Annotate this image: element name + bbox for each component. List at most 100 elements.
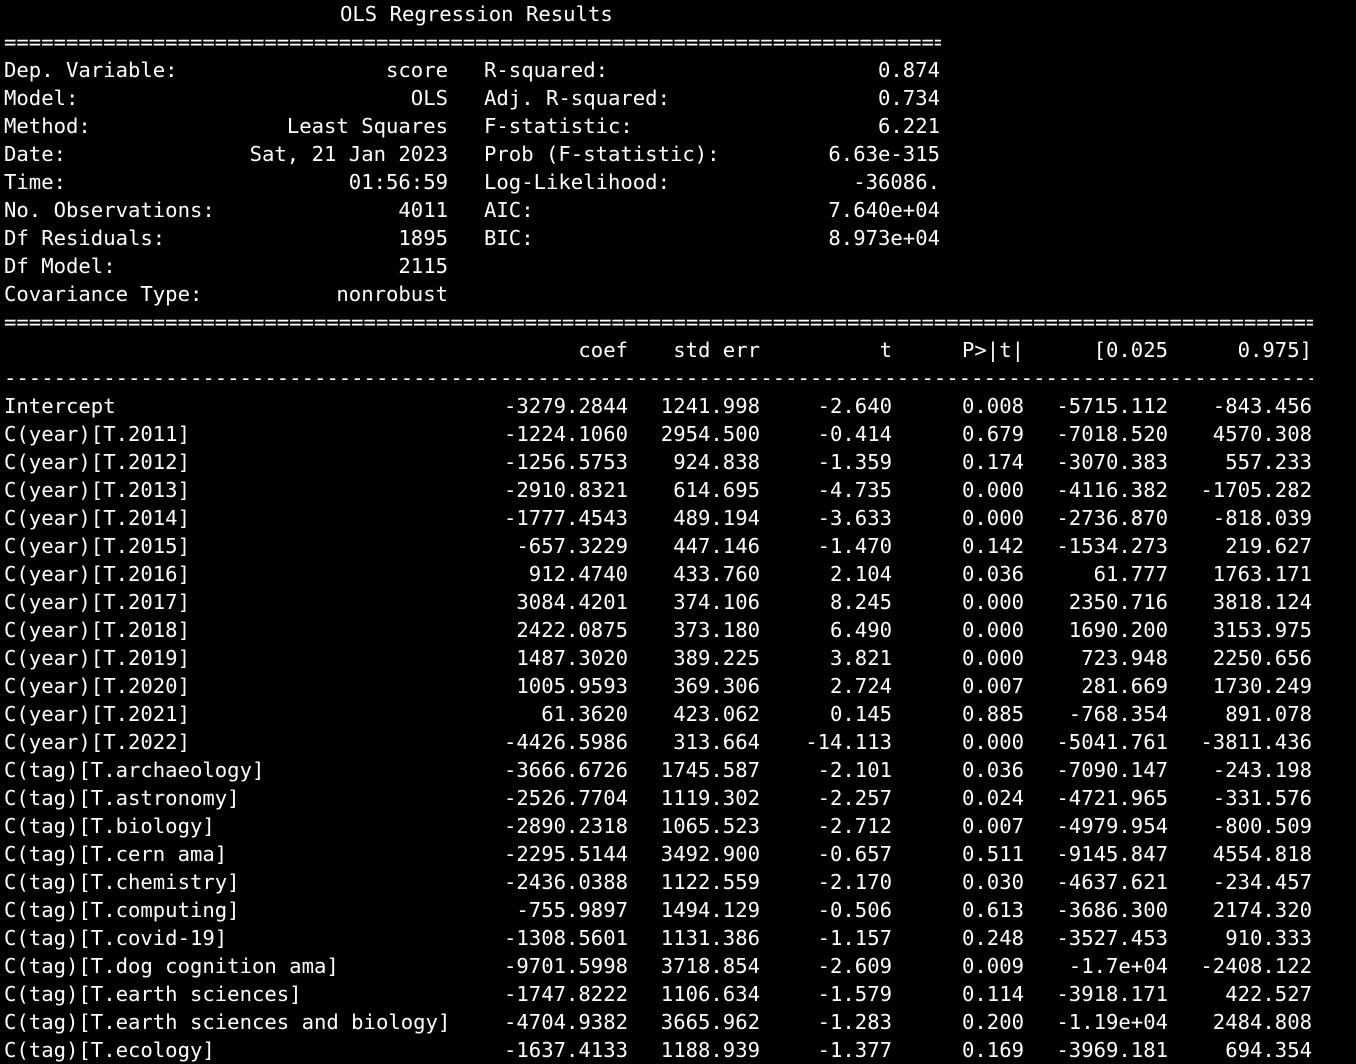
table-cell: -2.609 bbox=[817, 954, 892, 978]
table-cell: 1730.249 bbox=[1212, 674, 1312, 698]
summary-left-value: 01:56:59 bbox=[348, 170, 448, 194]
table-row: C(tag)[T.chemistry] -2436.0388 1122.559 -2.… bbox=[4, 868, 1356, 896]
table-row: C(year)[T.2020] 1005.9593 369.306 2.724 0.00… bbox=[4, 672, 1356, 700]
table-cell: -818.039 bbox=[1212, 506, 1312, 530]
table-cell: -1637.4133 bbox=[504, 1038, 628, 1062]
table-cell: -0.657 bbox=[817, 842, 892, 866]
table-row: C(year)[T.2016] 912.4740 433.760 2.104 0.036… bbox=[4, 560, 1356, 588]
summary-left-value: 1895 bbox=[398, 226, 448, 250]
table-cell: -2.712 bbox=[817, 814, 892, 838]
table-cell: 2954.500 bbox=[660, 422, 760, 446]
term-name: C(year)[T.2016] bbox=[4, 562, 190, 586]
term-name: C(tag)[T.computing] bbox=[4, 898, 240, 922]
term-name: C(tag)[T.earth sciences and biology] bbox=[4, 1010, 451, 1034]
table-cell: 2350.716 bbox=[1068, 590, 1168, 614]
table-cell: 1131.386 bbox=[660, 926, 760, 950]
summary-left-value: 4011 bbox=[398, 198, 448, 222]
table-cell: -4979.954 bbox=[1056, 814, 1168, 838]
table-row: C(year)[T.2017] 3084.4201 374.106 8.245 0.00… bbox=[4, 588, 1356, 616]
table-cell: 0.248 bbox=[962, 926, 1024, 950]
table-cell: 2.104 bbox=[830, 562, 892, 586]
table-cell: 0.613 bbox=[962, 898, 1024, 922]
summary-row: Dep. Variable: score R-squared: 0.874 bbox=[4, 56, 1356, 84]
table-cell: -1.470 bbox=[817, 534, 892, 558]
table-row: C(year)[T.2015] -657.3229 447.146 -1.470 0.1… bbox=[4, 532, 1356, 560]
table-cell: -1747.8222 bbox=[504, 982, 628, 1006]
table-cell: 0.142 bbox=[962, 534, 1024, 558]
table-cell: -800.509 bbox=[1212, 814, 1312, 838]
table-cell: 3818.124 bbox=[1212, 590, 1312, 614]
term-name: C(year)[T.2022] bbox=[4, 730, 190, 754]
table-row: C(tag)[T.archaeology] -3666.6726 1745.587 -… bbox=[4, 756, 1356, 784]
summary-left-label: Method: bbox=[4, 114, 91, 138]
summary-left-value: OLS bbox=[410, 86, 448, 110]
table-cell: 4554.818 bbox=[1212, 842, 1312, 866]
table-cell: 1745.587 bbox=[660, 758, 760, 782]
term-name: C(year)[T.2017] bbox=[4, 590, 190, 614]
table-cell: 61.777 bbox=[1093, 562, 1168, 586]
table-cell: 1241.998 bbox=[660, 394, 760, 418]
term-name: C(year)[T.2018] bbox=[4, 618, 190, 642]
summary-right-value: 6.221 bbox=[878, 114, 940, 138]
table-cell: 2.724 bbox=[830, 674, 892, 698]
table-cell: -1.359 bbox=[817, 450, 892, 474]
term-name: C(tag)[T.chemistry] bbox=[4, 870, 240, 894]
summary-left-value: 2115 bbox=[398, 254, 448, 278]
table-row: C(year)[T.2011] -1224.1060 2954.500 -0.414 0… bbox=[4, 420, 1356, 448]
single-rule: ----------------------------------------… bbox=[4, 366, 1313, 390]
table-cell: -0.414 bbox=[817, 422, 892, 446]
coefficient-header-row: coef std err t P>|t| [0.025 0.975] bbox=[4, 336, 1356, 364]
table-cell: 924.838 bbox=[673, 450, 760, 474]
table-cell: -1.377 bbox=[817, 1038, 892, 1062]
summary-left-value: Least Squares bbox=[286, 114, 448, 138]
table-cell: 891.078 bbox=[1225, 702, 1312, 726]
summary-left-label: Covariance Type: bbox=[4, 282, 203, 306]
table-cell: 694.354 bbox=[1225, 1038, 1312, 1062]
table-cell: 0.511 bbox=[962, 842, 1024, 866]
table-row: C(tag)[T.earth sciences and biology] -470… bbox=[4, 1008, 1356, 1036]
summary-left-label: Model: bbox=[4, 86, 79, 110]
summary-right-label: Log-Likelihood: bbox=[484, 170, 670, 194]
term-name: C(tag)[T.cern ama] bbox=[4, 842, 228, 866]
table-cell: 0.000 bbox=[962, 506, 1024, 530]
table-cell: 3084.4201 bbox=[516, 590, 628, 614]
table-cell: -7018.520 bbox=[1056, 422, 1168, 446]
term-name: C(tag)[T.dog cognition ama] bbox=[4, 954, 339, 978]
table-cell: -1.7e+04 bbox=[1068, 954, 1168, 978]
double-rule-middle: ========================================… bbox=[4, 310, 1313, 334]
summary-right-label: R-squared: bbox=[484, 58, 608, 82]
summary-right-label: AIC: bbox=[484, 198, 534, 222]
table-cell: 0.145 bbox=[830, 702, 892, 726]
term-name: C(tag)[T.archaeology] bbox=[4, 758, 265, 782]
table-cell: 0.200 bbox=[962, 1010, 1024, 1034]
term-name: C(year)[T.2015] bbox=[4, 534, 190, 558]
table-row: C(tag)[T.biology] -2890.2318 1065.523 -2.71… bbox=[4, 812, 1356, 840]
table-cell: -2526.7704 bbox=[504, 786, 628, 810]
table-cell: -1777.4543 bbox=[504, 506, 628, 530]
table-cell: 373.180 bbox=[673, 618, 760, 642]
summary-row: Method: Least Squares F-statistic: 6.221 bbox=[4, 112, 1356, 140]
term-name: C(year)[T.2020] bbox=[4, 674, 190, 698]
table-cell: 0.169 bbox=[962, 1038, 1024, 1062]
table-cell: 1763.171 bbox=[1212, 562, 1312, 586]
column-header: [0.025 bbox=[1093, 338, 1168, 362]
table-cell: -3686.300 bbox=[1056, 898, 1168, 922]
table-cell: 557.233 bbox=[1225, 450, 1312, 474]
table-cell: -1256.5753 bbox=[504, 450, 628, 474]
term-name: C(tag)[T.ecology] bbox=[4, 1038, 215, 1062]
table-cell: 3153.975 bbox=[1212, 618, 1312, 642]
table-cell: 489.194 bbox=[673, 506, 760, 530]
title-line: OLS Regression Results bbox=[4, 0, 1356, 28]
table-cell: 0.000 bbox=[962, 590, 1024, 614]
summary-right-value: 6.63e-315 bbox=[828, 142, 940, 166]
summary-row: Df Residuals: 1895 BIC: 8.973e+04 bbox=[4, 224, 1356, 252]
table-cell: -1308.5601 bbox=[504, 926, 628, 950]
summary-left-value: score bbox=[386, 58, 448, 82]
table-cell: 0.885 bbox=[962, 702, 1024, 726]
table-row: C(tag)[T.cern ama] -2295.5144 3492.900 -0.6… bbox=[4, 840, 1356, 868]
column-header: std err bbox=[673, 338, 760, 362]
table-cell: 423.062 bbox=[673, 702, 760, 726]
table-row: C(year)[T.2013] -2910.8321 614.695 -4.735 0.… bbox=[4, 476, 1356, 504]
summary-left-label: No. Observations: bbox=[4, 198, 215, 222]
table-cell: 8.245 bbox=[830, 590, 892, 614]
